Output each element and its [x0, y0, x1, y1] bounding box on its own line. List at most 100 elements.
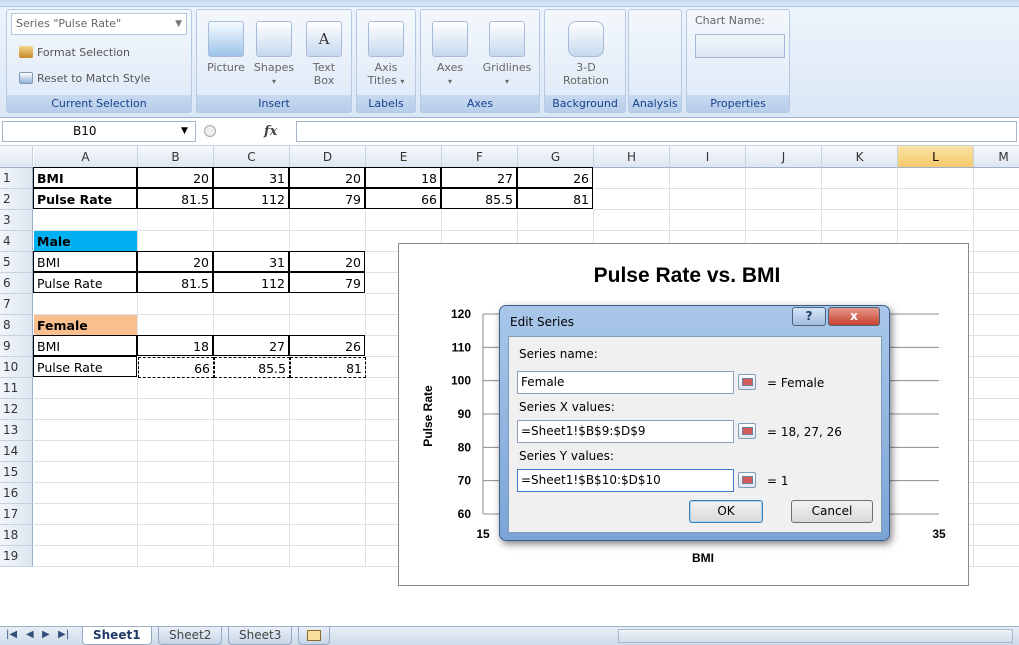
cell-c3[interactable] — [214, 210, 290, 231]
cell-b7[interactable] — [138, 294, 214, 315]
format-selection-button[interactable]: Format Selection — [19, 45, 130, 61]
cell-a3[interactable] — [34, 210, 138, 231]
cell-l2[interactable] — [898, 189, 974, 210]
cell-b13[interactable] — [138, 420, 214, 441]
cell-a12[interactable] — [34, 399, 138, 420]
select-all-button[interactable] — [0, 146, 33, 168]
row-header-4[interactable]: 4 — [0, 231, 33, 252]
row-header-2[interactable]: 2 — [0, 189, 33, 210]
cell-m16[interactable] — [974, 483, 1019, 504]
cell-d13[interactable] — [290, 420, 366, 441]
first-sheet-icon[interactable]: |◀ — [6, 629, 17, 640]
axes-button[interactable]: Axes ▾ — [427, 21, 473, 88]
cell-m4[interactable] — [974, 231, 1019, 252]
cell-b10[interactable]: 66 — [138, 357, 214, 378]
cell-c1[interactable]: 31 — [213, 167, 289, 188]
cell-m11[interactable] — [974, 378, 1019, 399]
cell-d18[interactable] — [290, 525, 366, 546]
cell-d17[interactable] — [290, 504, 366, 525]
picture-button[interactable]: Picture — [203, 21, 249, 74]
cell-c5[interactable]: 31 — [213, 251, 289, 272]
cell-i2[interactable] — [670, 189, 746, 210]
cell-c18[interactable] — [214, 525, 290, 546]
column-header-d[interactable]: D — [290, 146, 366, 168]
cell-a9[interactable]: BMI — [33, 335, 137, 356]
cell-m9[interactable] — [974, 336, 1019, 357]
close-button[interactable]: x — [828, 307, 880, 326]
cell-k2[interactable] — [822, 189, 898, 210]
cell-m6[interactable] — [974, 273, 1019, 294]
cell-c12[interactable] — [214, 399, 290, 420]
row-header-12[interactable]: 12 — [0, 399, 33, 420]
row-header-6[interactable]: 6 — [0, 273, 33, 294]
cell-d5[interactable]: 20 — [289, 251, 365, 272]
cell-c16[interactable] — [214, 483, 290, 504]
cell-c2[interactable]: 112 — [213, 188, 289, 209]
cell-c13[interactable] — [214, 420, 290, 441]
column-header-c[interactable]: C — [214, 146, 290, 168]
next-sheet-icon[interactable]: ▶ — [42, 629, 50, 640]
cell-a7[interactable] — [34, 294, 138, 315]
cell-b12[interactable] — [138, 399, 214, 420]
collapse-dialog-button[interactable] — [738, 374, 756, 390]
ok-button[interactable]: OK — [689, 500, 763, 523]
cell-g1[interactable]: 26 — [517, 167, 593, 188]
cell-b6[interactable]: 81.5 — [137, 272, 213, 293]
row-header-9[interactable]: 9 — [0, 336, 33, 357]
row-header-10[interactable]: 10 — [0, 357, 33, 378]
cell-d11[interactable] — [290, 378, 366, 399]
cell-m14[interactable] — [974, 441, 1019, 462]
cell-a16[interactable] — [34, 483, 138, 504]
column-header-a[interactable]: A — [34, 146, 138, 168]
cell-j2[interactable] — [746, 189, 822, 210]
cell-d7[interactable] — [290, 294, 366, 315]
cell-b4[interactable] — [138, 231, 214, 252]
cell-i1[interactable] — [670, 168, 746, 189]
cell-m17[interactable] — [974, 504, 1019, 525]
gridlines-button[interactable]: Gridlines ▾ — [479, 21, 535, 88]
cell-c15[interactable] — [214, 462, 290, 483]
y-axis-title[interactable]: Pulse Rate — [421, 385, 435, 447]
cell-c7[interactable] — [214, 294, 290, 315]
chart-name-input[interactable] — [695, 34, 785, 58]
cell-m15[interactable] — [974, 462, 1019, 483]
cell-b15[interactable] — [138, 462, 214, 483]
cell-d4[interactable] — [290, 231, 366, 252]
row-header-11[interactable]: 11 — [0, 378, 33, 399]
cell-m3[interactable] — [974, 210, 1019, 231]
cell-d2[interactable]: 79 — [289, 188, 365, 209]
cell-a18[interactable] — [34, 525, 138, 546]
column-header-j[interactable]: J — [746, 146, 822, 168]
cell-h3[interactable] — [594, 210, 670, 231]
column-header-l[interactable]: L — [898, 146, 974, 168]
cell-g2[interactable]: 81 — [517, 188, 593, 209]
x-axis-title[interactable]: BMI — [692, 551, 714, 565]
row-header-8[interactable]: 8 — [0, 315, 33, 336]
column-header-k[interactable]: K — [822, 146, 898, 168]
cell-c17[interactable] — [214, 504, 290, 525]
collapse-dialog-button[interactable] — [738, 472, 756, 488]
cell-m2[interactable] — [974, 189, 1019, 210]
cell-c4[interactable] — [214, 231, 290, 252]
name-box[interactable]: B10 ▼ — [2, 121, 196, 142]
sheet-tab-sheet1[interactable]: Sheet1 — [82, 627, 152, 645]
cell-j1[interactable] — [746, 168, 822, 189]
cell-e3[interactable] — [366, 210, 442, 231]
cell-f2[interactable]: 85.5 — [441, 188, 517, 209]
cell-m12[interactable] — [974, 399, 1019, 420]
cell-h2[interactable] — [594, 189, 670, 210]
column-header-g[interactable]: G — [518, 146, 594, 168]
row-header-3[interactable]: 3 — [0, 210, 33, 231]
cell-k1[interactable] — [822, 168, 898, 189]
cell-a6[interactable]: Pulse Rate — [33, 272, 137, 293]
column-header-m[interactable]: M — [974, 146, 1019, 168]
cell-d12[interactable] — [290, 399, 366, 420]
cell-f3[interactable] — [442, 210, 518, 231]
row-header-16[interactable]: 16 — [0, 483, 33, 504]
cell-a10[interactable]: Pulse Rate — [33, 356, 137, 377]
cell-b8[interactable] — [138, 315, 214, 336]
shapes-button[interactable]: Shapes ▾ — [249, 21, 299, 88]
cell-g3[interactable] — [518, 210, 594, 231]
column-header-i[interactable]: I — [670, 146, 746, 168]
sheet-tab-sheet2[interactable]: Sheet2 — [158, 627, 223, 645]
